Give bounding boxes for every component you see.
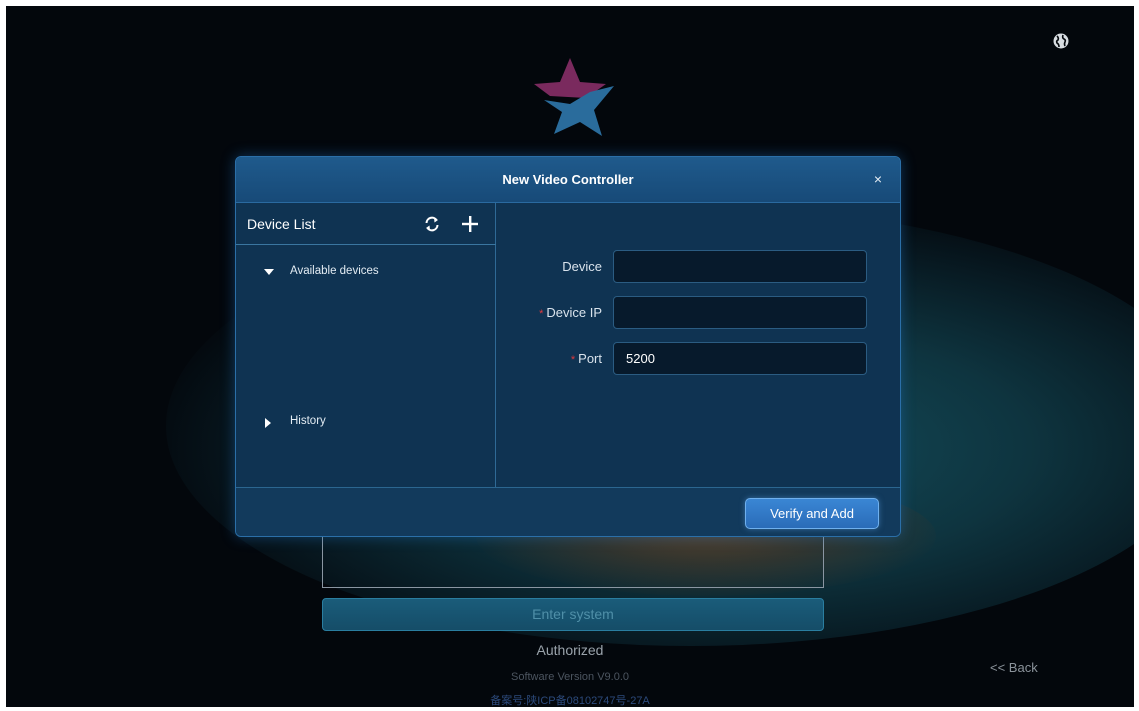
login-form-box <box>322 536 824 588</box>
device-list-title: Device List <box>247 216 316 232</box>
device-ip-row: * Device IP <box>497 296 900 330</box>
device-ip-label: * Device IP <box>539 305 602 320</box>
device-row: Device <box>497 250 900 284</box>
port-input[interactable]: 5200 <box>613 342 867 375</box>
back-link[interactable]: << Back <box>990 660 1038 675</box>
icp-record-link[interactable]: 备案号:陕ICP备08102747号-27A <box>6 692 1134 707</box>
port-label: * Port <box>570 351 602 366</box>
close-icon[interactable]: × <box>870 171 886 187</box>
device-list-header: Device List <box>236 203 496 245</box>
device-ip-input[interactable] <box>613 296 867 329</box>
device-label: Device <box>562 259 602 274</box>
enter-system-button[interactable]: Enter system <box>322 598 824 631</box>
dialog-footer: Verify and Add <box>236 487 900 536</box>
login-screen: Enter system Authorized Software Version… <box>6 6 1134 707</box>
plus-icon[interactable] <box>460 214 480 234</box>
logo-star-icon <box>534 58 614 136</box>
globe-icon[interactable] <box>1052 32 1070 50</box>
tree-node-label: Available devices <box>290 265 379 277</box>
required-marker: * <box>539 308 544 320</box>
new-video-controller-dialog: New Video Controller × Device List Avail… <box>235 156 901 537</box>
refresh-icon[interactable] <box>423 215 441 233</box>
device-input[interactable] <box>613 250 867 283</box>
caret-down-icon <box>264 269 274 275</box>
required-marker: * <box>570 354 576 366</box>
verify-and-add-button[interactable]: Verify and Add <box>745 498 879 529</box>
dialog-title: New Video Controller <box>502 172 634 187</box>
dialog-header: New Video Controller × <box>236 157 900 203</box>
port-row: * Port 5200 <box>497 342 900 376</box>
software-version: Software Version V9.0.0 <box>510 671 629 683</box>
caret-right-icon <box>265 418 271 428</box>
device-list-panel: Device List Available devices History <box>236 203 496 487</box>
authorized-text: Authorized <box>536 642 604 658</box>
device-form-panel: Device * Device IP * Port 5200 <box>497 203 900 487</box>
tree-node-label: History <box>290 415 326 427</box>
